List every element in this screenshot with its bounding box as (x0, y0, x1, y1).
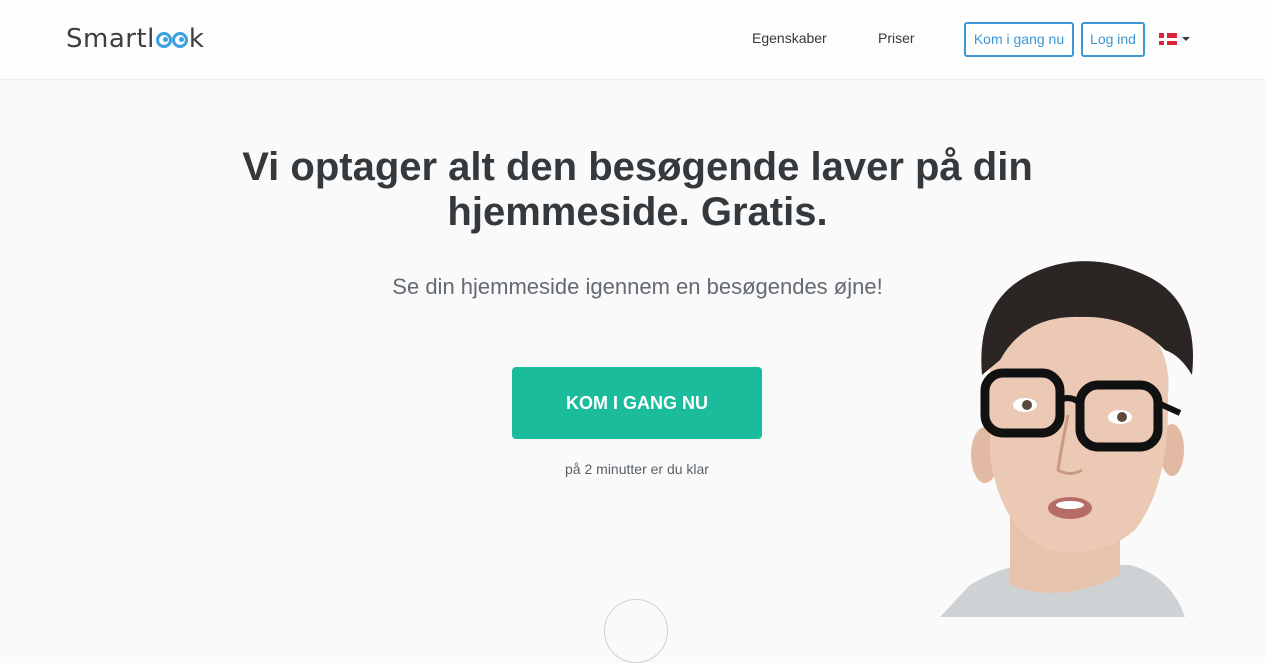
logo-text-suffix: k (188, 24, 205, 54)
logo-eye-left-icon (155, 32, 172, 48)
nav-link-features[interactable]: Egenskaber (752, 30, 827, 46)
caret-down-icon (1182, 37, 1190, 41)
get-started-button[interactable]: Kom i gang nu (964, 22, 1074, 57)
hero-headline: Vi optager alt den besøgende laver på di… (242, 145, 1033, 234)
danish-flag-icon (1159, 33, 1177, 45)
cta-note: på 2 minutter er du klar (565, 461, 709, 477)
nav-link-prices[interactable]: Priser (878, 30, 915, 46)
smartlook-logo[interactable]: Smartl k (66, 22, 204, 56)
logo-text-prefix: Smartl (66, 24, 155, 54)
scroll-down-button[interactable] (604, 599, 668, 663)
logo-eye-right-icon (171, 32, 188, 48)
hero-person-image (940, 261, 1194, 617)
login-button[interactable]: Log ind (1081, 22, 1145, 57)
language-selector[interactable] (1159, 33, 1190, 45)
cta-get-started-button[interactable]: KOM I GANG NU (512, 367, 762, 439)
logo-eyes-icon (155, 30, 188, 48)
top-navigation-bar: Smartl k Egenskaber Priser Kom i gang nu… (0, 0, 1265, 80)
